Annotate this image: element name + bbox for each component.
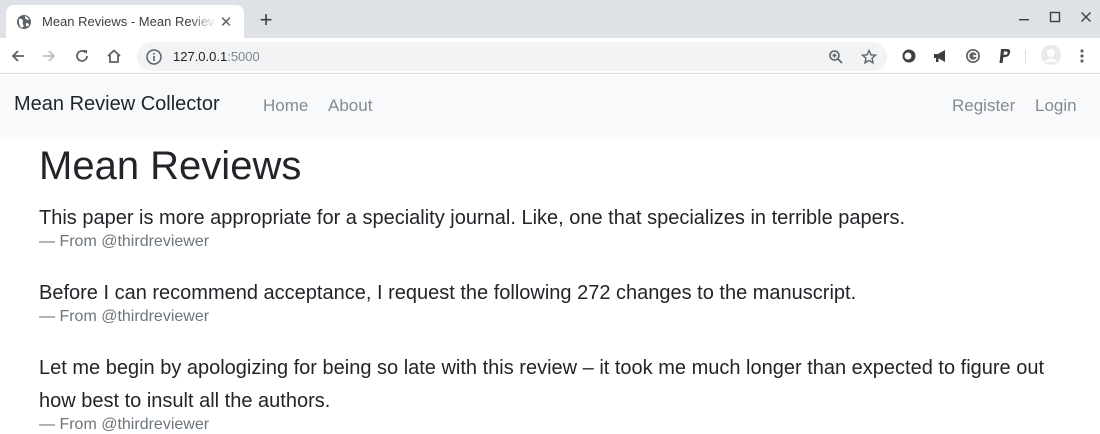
zoom-icon[interactable] xyxy=(825,46,847,68)
nav-link-login[interactable]: Login xyxy=(1035,96,1077,116)
profile-avatar-icon[interactable] xyxy=(1040,44,1062,66)
close-window-icon[interactable] xyxy=(1072,6,1100,28)
back-arrow-icon[interactable] xyxy=(6,44,30,68)
megaphone-extension-icon[interactable] xyxy=(932,47,950,65)
main-content: Mean Reviews This paper is more appropri… xyxy=(39,137,1079,434)
kebab-menu-icon[interactable] xyxy=(1073,47,1091,65)
info-icon[interactable] xyxy=(145,48,163,66)
browser-toolbar: 127.0.0.1:5000 xyxy=(0,38,1100,74)
review-author: — From @thirdreviewer xyxy=(39,308,210,325)
review-text: Let me begin by apologizing for being so… xyxy=(39,357,1045,412)
review-item: Before I can recommend acceptance, I req… xyxy=(39,277,1079,327)
nav-link-home[interactable]: Home xyxy=(263,96,308,116)
circle-extension-icon[interactable] xyxy=(900,47,918,65)
bookmark-star-icon[interactable] xyxy=(858,46,880,68)
review-author: — From @thirdreviewer xyxy=(39,416,210,433)
page-title: Mean Reviews xyxy=(39,144,302,188)
navbar-brand[interactable]: Mean Review Collector xyxy=(14,93,220,116)
tab-title: Mean Reviews - Mean Review Collector xyxy=(42,14,216,29)
review-text: Before I can recommend acceptance, I req… xyxy=(39,282,857,304)
url-host: 127.0.0.1 xyxy=(173,49,228,64)
paypal-extension-icon[interactable] xyxy=(996,47,1014,65)
minimize-icon[interactable] xyxy=(1010,6,1038,28)
globe-icon xyxy=(17,14,31,29)
site-navbar: Mean Review Collector Home About Registe… xyxy=(0,75,1100,137)
browser-tab[interactable]: Mean Reviews - Mean Review Collector ✕ xyxy=(6,5,244,38)
review-author: — From @thirdreviewer xyxy=(39,233,210,250)
review-item: This paper is more appropriate for a spe… xyxy=(39,202,1079,252)
address-bar[interactable]: 127.0.0.1:5000 xyxy=(137,42,887,71)
review-text: This paper is more appropriate for a spe… xyxy=(39,207,905,229)
home-icon[interactable] xyxy=(102,44,126,68)
forward-arrow-icon[interactable] xyxy=(37,44,61,68)
maximize-icon[interactable] xyxy=(1041,6,1069,28)
reload-icon[interactable] xyxy=(70,44,94,68)
toolbar-separator xyxy=(1025,50,1026,64)
url-port: :5000 xyxy=(227,49,260,64)
tab-close-icon[interactable]: ✕ xyxy=(218,14,234,31)
grammar-extension-icon[interactable] xyxy=(964,47,982,65)
new-tab-plus-icon[interactable]: + xyxy=(254,7,278,32)
nav-link-about[interactable]: About xyxy=(328,96,372,116)
browser-tabstrip: Mean Reviews - Mean Review Collector ✕ + xyxy=(0,0,1100,38)
review-item: Let me begin by apologizing for being so… xyxy=(39,352,1079,434)
nav-link-register[interactable]: Register xyxy=(952,96,1015,116)
